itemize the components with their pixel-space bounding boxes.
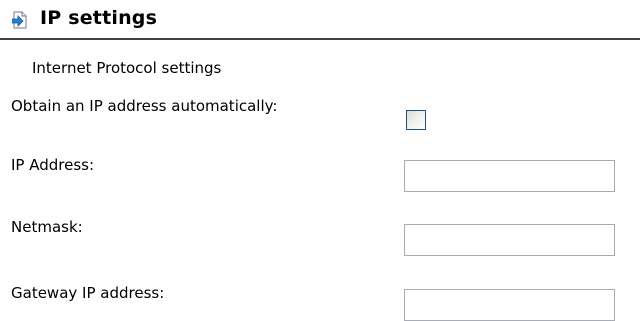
netmask-label: Netmask:: [11, 218, 83, 236]
page-header: IP settings: [0, 0, 640, 40]
netmask-input[interactable]: [404, 224, 615, 256]
dhcp-label: Obtain an IP address automatically:: [11, 97, 278, 115]
gateway-input[interactable]: [404, 289, 615, 321]
gateway-label: Gateway IP address:: [11, 284, 165, 302]
ip-address-label: IP Address:: [11, 156, 95, 174]
dhcp-checkbox[interactable]: [406, 110, 426, 130]
document-arrow-icon: [11, 11, 28, 29]
ip-address-input[interactable]: [404, 160, 615, 192]
section-title: Internet Protocol settings: [32, 59, 222, 77]
page-title: IP settings: [40, 7, 158, 29]
